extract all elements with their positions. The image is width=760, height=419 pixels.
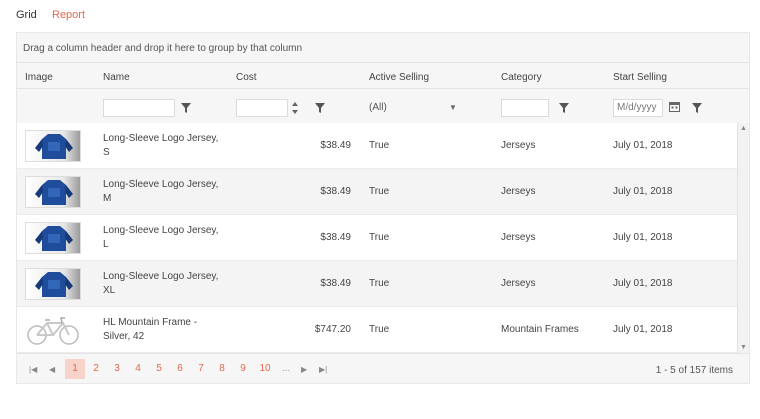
column-header-name[interactable]: Name xyxy=(103,72,130,83)
header-row: Image Name Cost Active Selling Category … xyxy=(17,63,749,89)
column-header-category[interactable]: Category xyxy=(501,72,542,83)
cost-filter-input[interactable] xyxy=(236,99,288,117)
product-category: Jerseys xyxy=(501,232,536,243)
tab-strip: Grid Report xyxy=(0,0,760,28)
product-name-line1: HL Mountain Frame - xyxy=(103,317,198,328)
table-row[interactable]: HL Mountain Frame - Silver, 42 $747.20 T… xyxy=(17,307,737,353)
table-row[interactable]: Long-Sleeve Logo Jersey, S $38.49 True J… xyxy=(17,123,737,169)
active-selling-filter-value: (All) xyxy=(369,102,387,113)
product-name: Long-Sleeve Logo Jersey, L xyxy=(103,224,233,252)
jersey-image xyxy=(25,222,81,254)
calendar-icon[interactable] xyxy=(669,101,680,112)
product-cost: $38.49 xyxy=(320,232,351,243)
page-link-8[interactable]: 8 xyxy=(212,359,232,379)
table-row[interactable]: Long-Sleeve Logo Jersey, XL $38.49 True … xyxy=(17,261,737,307)
product-active-selling: True xyxy=(369,324,390,335)
product-name-line1: Long-Sleeve Logo Jersey, xyxy=(103,271,219,282)
product-active-selling: True xyxy=(369,186,390,197)
name-filter-icon[interactable] xyxy=(181,103,191,113)
product-name-line1: Long-Sleeve Logo Jersey, xyxy=(103,179,219,190)
page-link-7[interactable]: 7 xyxy=(191,359,211,379)
tab-grid[interactable]: Grid xyxy=(16,9,37,21)
jersey-icon xyxy=(35,134,73,159)
cost-filter-icon[interactable] xyxy=(315,103,325,113)
page-link-2[interactable]: 2 xyxy=(86,359,106,379)
category-filter-icon[interactable] xyxy=(559,103,569,113)
scroll-up-icon[interactable]: ▲ xyxy=(740,125,747,132)
first-page-icon[interactable]: |◀ xyxy=(29,365,37,374)
product-cost: $38.49 xyxy=(320,278,351,289)
page-link-more[interactable]: ... xyxy=(277,359,295,379)
jersey-icon xyxy=(35,272,73,297)
product-category: Jerseys xyxy=(501,278,536,289)
product-name: Long-Sleeve Logo Jersey, S xyxy=(103,132,233,160)
product-cost: $38.49 xyxy=(320,140,351,151)
name-filter-input[interactable] xyxy=(103,99,175,117)
column-header-start-selling[interactable]: Start Selling xyxy=(613,72,667,83)
active-selling-filter-dropdown[interactable]: (All) ▼ xyxy=(369,99,459,117)
page-link-9[interactable]: 9 xyxy=(233,359,253,379)
previous-page-icon[interactable]: ◀ xyxy=(49,365,55,374)
product-start-selling: July 01, 2018 xyxy=(613,324,673,335)
product-active-selling: True xyxy=(369,278,390,289)
next-page-icon[interactable]: ▶ xyxy=(301,365,307,374)
cost-filter-spinner-icon[interactable] xyxy=(291,100,299,116)
product-name-line2: XL xyxy=(103,285,116,296)
product-name-line2: M xyxy=(103,193,112,204)
page-link-10[interactable]: 10 xyxy=(254,359,276,379)
caret-down-icon: ▼ xyxy=(449,103,457,112)
vertical-scrollbar[interactable]: ▲ ▼ xyxy=(737,123,749,353)
page-link-5[interactable]: 5 xyxy=(149,359,169,379)
page-link-3[interactable]: 3 xyxy=(107,359,127,379)
column-header-image[interactable]: Image xyxy=(25,72,53,83)
product-name-line2: S xyxy=(103,147,110,158)
page-link-1[interactable]: 1 xyxy=(65,359,85,379)
jersey-image xyxy=(25,176,81,208)
product-category: Jerseys xyxy=(501,140,536,151)
filter-row: (All) ▼ M/d/yyyy xyxy=(17,89,749,123)
tab-report[interactable]: Report xyxy=(52,9,85,21)
product-name: HL Mountain Frame - Silver, 42 xyxy=(103,316,233,344)
jersey-icon xyxy=(35,226,73,251)
page-link-6[interactable]: 6 xyxy=(170,359,190,379)
category-filter-input[interactable] xyxy=(501,99,549,117)
bike-frame-icon xyxy=(27,317,79,345)
column-header-active-selling[interactable]: Active Selling xyxy=(369,72,429,83)
product-start-selling: July 01, 2018 xyxy=(613,278,673,289)
table-row[interactable]: Long-Sleeve Logo Jersey, L $38.49 True J… xyxy=(17,215,737,261)
product-name-line1: Long-Sleeve Logo Jersey, xyxy=(103,133,219,144)
pager: |◀ ◀ 1 2 3 4 5 6 7 8 9 10 ... ▶ ▶| 1 - 5… xyxy=(17,353,749,383)
bike-frame-image xyxy=(25,314,81,346)
jersey-image xyxy=(25,268,81,300)
product-start-selling: July 01, 2018 xyxy=(613,186,673,197)
last-page-icon[interactable]: ▶| xyxy=(319,365,327,374)
product-name: Long-Sleeve Logo Jersey, XL xyxy=(103,270,233,298)
product-cost: $38.49 xyxy=(320,186,351,197)
column-header-cost[interactable]: Cost xyxy=(236,72,257,83)
grid-body: Long-Sleeve Logo Jersey, S $38.49 True J… xyxy=(17,123,737,353)
product-category: Jerseys xyxy=(501,186,536,197)
group-hint: Drag a column header and drop it here to… xyxy=(23,43,303,54)
jersey-icon xyxy=(35,180,73,205)
product-grid: Drag a column header and drop it here to… xyxy=(16,32,750,384)
product-cost: $747.20 xyxy=(314,324,351,335)
product-name-line2: L xyxy=(103,239,109,250)
jersey-image xyxy=(25,130,81,162)
product-category: Mountain Frames xyxy=(501,324,579,335)
scroll-down-icon[interactable]: ▼ xyxy=(740,344,747,351)
start-selling-filter-icon[interactable] xyxy=(692,103,702,113)
page-link-4[interactable]: 4 xyxy=(128,359,148,379)
product-start-selling: July 01, 2018 xyxy=(613,232,673,243)
product-name: Long-Sleeve Logo Jersey, M xyxy=(103,178,233,206)
product-start-selling: July 01, 2018 xyxy=(613,140,673,151)
product-name-line2: Silver, 42 xyxy=(103,331,145,342)
pager-info: 1 - 5 of 157 items xyxy=(655,365,733,376)
start-selling-filter-input[interactable]: M/d/yyyy xyxy=(613,99,663,117)
table-row[interactable]: Long-Sleeve Logo Jersey, M $38.49 True J… xyxy=(17,169,737,215)
product-name-line1: Long-Sleeve Logo Jersey, xyxy=(103,225,219,236)
product-active-selling: True xyxy=(369,140,390,151)
group-panel[interactable]: Drag a column header and drop it here to… xyxy=(17,33,749,63)
product-active-selling: True xyxy=(369,232,390,243)
